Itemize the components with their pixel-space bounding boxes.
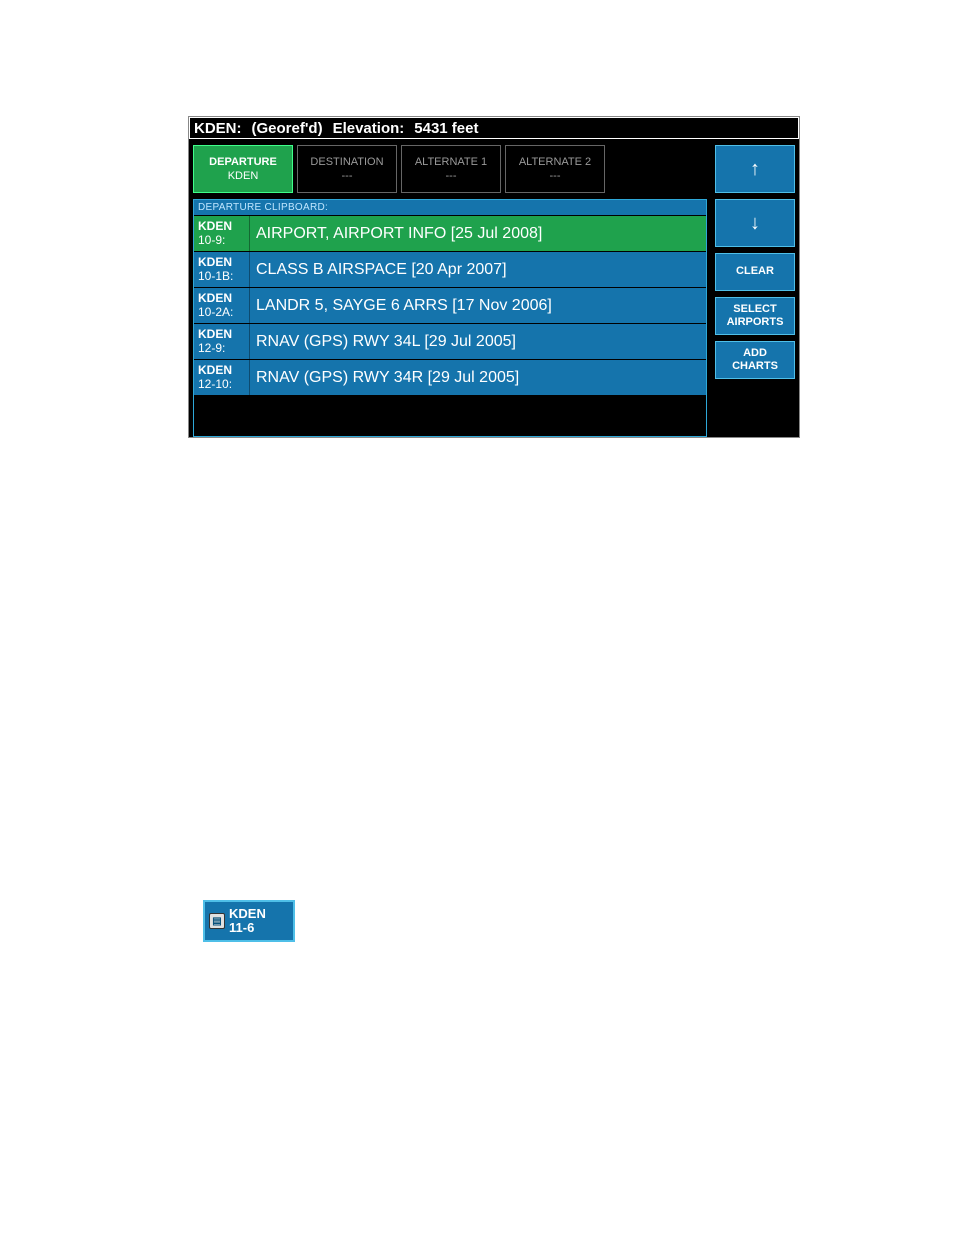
- chart-chip-icon: ▤: [209, 913, 225, 929]
- button-label-line2: CHARTS: [732, 360, 778, 373]
- tab-value: ---: [342, 169, 353, 183]
- chart-label: AIRPORT, AIRPORT INFO [25 Jul 2008]: [250, 216, 706, 251]
- chart-row[interactable]: KDEN 10-9: AIRPORT, AIRPORT INFO [25 Jul…: [194, 215, 706, 251]
- button-label-line2: AIRPORTS: [727, 316, 784, 329]
- panel-body: DEPARTURE KDEN DESTINATION --- ALTERNATE…: [189, 139, 799, 437]
- clear-button[interactable]: CLEAR: [715, 253, 795, 291]
- chart-label: RNAV (GPS) RWY 34L [29 Jul 2005]: [250, 324, 706, 359]
- chart-row[interactable]: KDEN 10-1B: CLASS B AIRSPACE [20 Apr 200…: [194, 251, 706, 287]
- chart-row[interactable]: KDEN 12-10: RNAV (GPS) RWY 34R [29 Jul 2…: [194, 359, 706, 395]
- chart-chip[interactable]: ▤ KDEN 11-6: [203, 900, 295, 942]
- airport-ident: KDEN:: [194, 120, 242, 137]
- arrow-up-icon: ↑: [750, 159, 760, 179]
- chart-row[interactable]: KDEN 12-9: RNAV (GPS) RWY 34L [29 Jul 20…: [194, 323, 706, 359]
- chart-code: KDEN: [198, 292, 245, 306]
- button-label-line1: SELECT: [733, 303, 776, 316]
- side-buttons: ↑ ↓ CLEAR SELECT AIRPORTS ADD CHARTS: [711, 139, 799, 437]
- select-airports-button[interactable]: SELECT AIRPORTS: [715, 297, 795, 335]
- chart-index: 10-2A:: [198, 306, 245, 320]
- route-tabs: DEPARTURE KDEN DESTINATION --- ALTERNATE…: [193, 145, 707, 193]
- add-charts-button[interactable]: ADD CHARTS: [715, 341, 795, 379]
- tab-value: KDEN: [228, 169, 259, 183]
- departure-clipboard: DEPARTURE CLIPBOARD: KDEN 10-9: AIRPORT,…: [193, 199, 707, 437]
- chart-index: 12-10:: [198, 378, 245, 392]
- chart-label: CLASS B AIRSPACE [20 Apr 2007]: [250, 252, 706, 287]
- scroll-up-button[interactable]: ↑: [715, 145, 795, 193]
- chart-label: LANDR 5, SAYGE 6 ARRS [17 Nov 2006]: [250, 288, 706, 323]
- tab-label: ALTERNATE 2: [519, 155, 591, 169]
- clipboard-header: DEPARTURE CLIPBOARD:: [194, 200, 706, 215]
- chart-code: KDEN: [198, 256, 245, 270]
- chart-id: KDEN 10-2A:: [194, 288, 250, 323]
- elevation-label: Elevation:: [333, 120, 405, 137]
- tab-value: ---: [550, 169, 561, 183]
- scroll-down-button[interactable]: ↓: [715, 199, 795, 247]
- chart-index: 10-9:: [198, 234, 245, 248]
- title-bar: KDEN: (Georef'd) Elevation: 5431 feet: [189, 117, 799, 139]
- georef-status: (Georef'd): [252, 120, 323, 137]
- button-label: CLEAR: [736, 265, 774, 278]
- chart-index: 10-1B:: [198, 270, 245, 284]
- tab-alternate-1[interactable]: ALTERNATE 1 ---: [401, 145, 501, 193]
- tab-value: ---: [446, 169, 457, 183]
- tab-departure[interactable]: DEPARTURE KDEN: [193, 145, 293, 193]
- tab-destination[interactable]: DESTINATION ---: [297, 145, 397, 193]
- chip-code: KDEN: [229, 907, 266, 921]
- chart-label: RNAV (GPS) RWY 34R [29 Jul 2005]: [250, 360, 706, 395]
- chip-index: 11-6: [229, 921, 266, 935]
- arrow-down-icon: ↓: [750, 213, 760, 233]
- chart-code: KDEN: [198, 328, 245, 342]
- tab-label: DESTINATION: [310, 155, 383, 169]
- elevation-value: 5431 feet: [414, 120, 478, 137]
- chart-code: KDEN: [198, 220, 245, 234]
- tab-label: DEPARTURE: [209, 155, 277, 169]
- button-label-line1: ADD: [743, 347, 767, 360]
- chart-row[interactable]: KDEN 10-2A: LANDR 5, SAYGE 6 ARRS [17 No…: [194, 287, 706, 323]
- tab-alternate-2[interactable]: ALTERNATE 2 ---: [505, 145, 605, 193]
- chart-id: KDEN 10-9:: [194, 216, 250, 251]
- chart-clipboard-panel: KDEN: (Georef'd) Elevation: 5431 feet DE…: [188, 116, 800, 438]
- panel-left: DEPARTURE KDEN DESTINATION --- ALTERNATE…: [189, 139, 711, 437]
- tab-label: ALTERNATE 1: [415, 155, 487, 169]
- chart-id: KDEN 12-10:: [194, 360, 250, 395]
- chart-chip-text: KDEN 11-6: [229, 907, 266, 936]
- chart-code: KDEN: [198, 364, 245, 378]
- chart-index: 12-9:: [198, 342, 245, 356]
- chart-id: KDEN 10-1B:: [194, 252, 250, 287]
- chart-id: KDEN 12-9:: [194, 324, 250, 359]
